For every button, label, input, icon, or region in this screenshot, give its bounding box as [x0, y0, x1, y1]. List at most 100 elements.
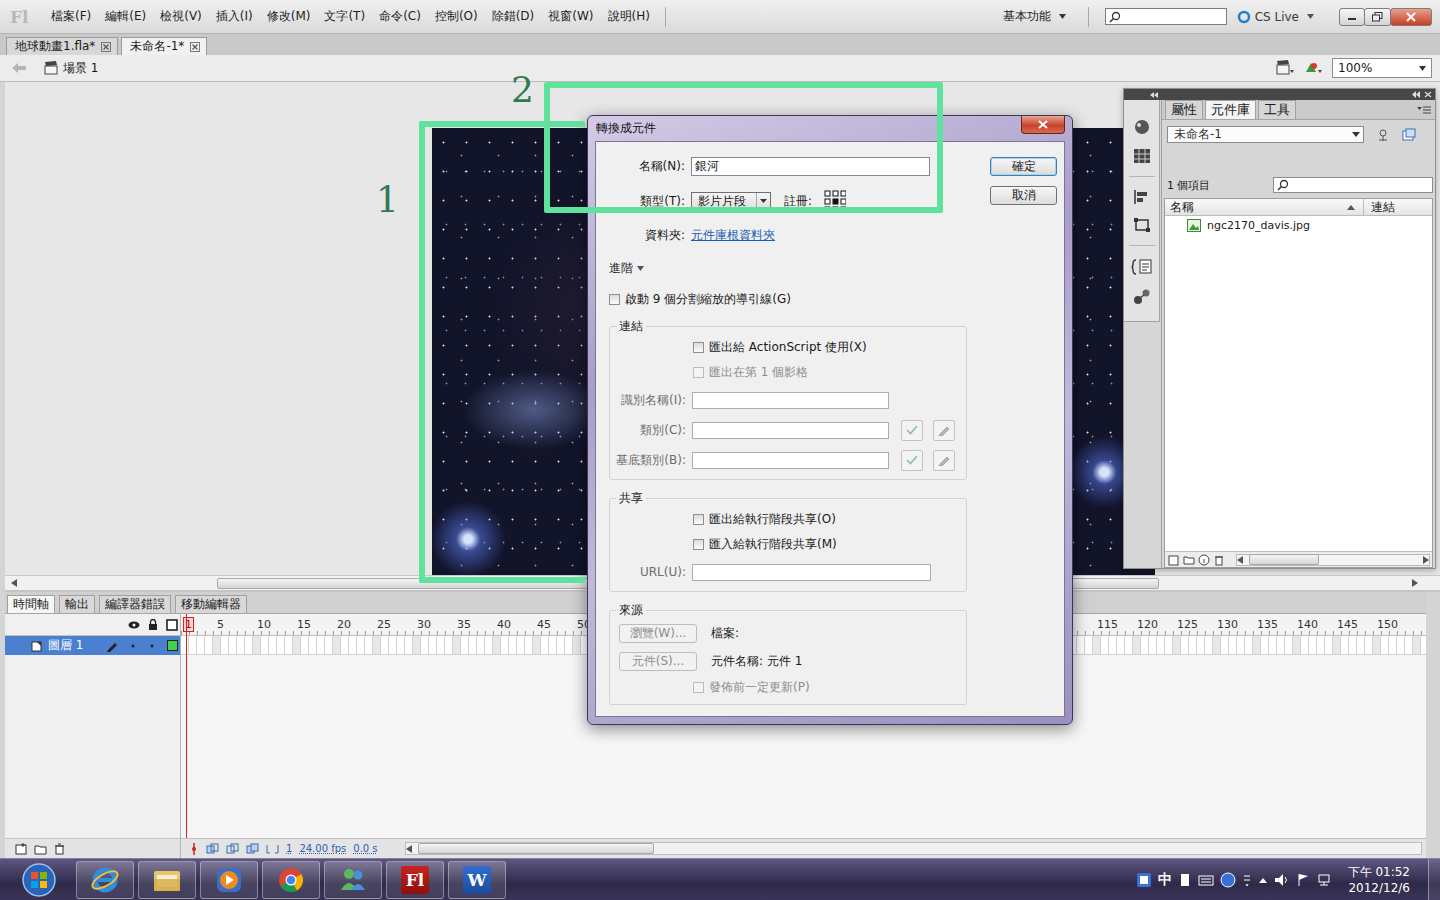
back-arrow-icon[interactable]: [12, 63, 26, 73]
taskbar-app[interactable]: [76, 861, 134, 899]
menu-item[interactable]: 說明(H): [601, 6, 657, 27]
taskbar-app[interactable]: [138, 861, 196, 899]
panel-collapse-icon[interactable]: [1412, 91, 1432, 98]
show-desktop[interactable]: [1428, 859, 1440, 900]
taskbar-app[interactable]: Fl: [386, 861, 444, 899]
properties-icon[interactable]: [1198, 554, 1210, 566]
menu-item[interactable]: 除錯(D): [485, 6, 542, 27]
panel-header[interactable]: [1124, 89, 1435, 100]
code-snippets-icon[interactable]: [1131, 258, 1153, 276]
pin-icon[interactable]: [1376, 128, 1390, 142]
new-library-icon[interactable]: [1402, 128, 1416, 142]
current-frame[interactable]: 1: [286, 843, 292, 854]
collapse-strip-icon[interactable]: [1150, 92, 1158, 98]
lock-dot-icon[interactable]: [148, 642, 156, 650]
new-folder-icon[interactable]: [34, 843, 47, 855]
zoom-select[interactable]: 100%: [1332, 58, 1432, 78]
half-width-icon[interactable]: [1178, 872, 1192, 888]
registration-grid-icon[interactable]: [824, 190, 846, 212]
dialog-button[interactable]: 確定: [990, 157, 1057, 176]
scene-label[interactable]: 場景 1: [44, 60, 98, 77]
clock[interactable]: 下午 01:522012/12/6: [1338, 864, 1422, 896]
new-symbol-icon[interactable]: [1168, 554, 1180, 566]
panel-tab[interactable]: 輸出: [59, 595, 95, 613]
edit-scene-icon[interactable]: [1276, 60, 1294, 76]
ime-mode[interactable]: 中: [1158, 871, 1172, 889]
volume-icon[interactable]: [1274, 873, 1290, 887]
minimize-button[interactable]: [1339, 8, 1365, 26]
taskbar-app[interactable]: W: [448, 861, 506, 899]
new-layer-icon[interactable]: [15, 843, 28, 855]
type-select[interactable]: 影片片段: [691, 192, 771, 211]
cs-live[interactable]: CS Live: [1237, 10, 1299, 24]
menu-item[interactable]: 修改(M): [260, 6, 318, 27]
scroll-thumb[interactable]: [418, 843, 654, 854]
timeline-scrollbar[interactable]: [405, 842, 1422, 855]
lock-icon[interactable]: [147, 619, 159, 631]
panel-tab[interactable]: 編譯器錯誤: [99, 595, 171, 613]
advanced-toggle[interactable]: 進階: [596, 260, 1064, 277]
scale9-checkbox[interactable]: 啟動 9 個分割縮放的導引線(G): [609, 291, 1064, 308]
panel-tab[interactable]: 時間軸: [7, 595, 55, 613]
linkage-checkbox[interactable]: 匯出給 ActionScript 使用(X): [693, 339, 867, 356]
delete-icon[interactable]: [1213, 554, 1225, 566]
eye-icon[interactable]: [128, 620, 140, 630]
taskbar-app[interactable]: [324, 861, 382, 899]
color-icon[interactable]: [1132, 118, 1152, 136]
close-button[interactable]: [1390, 8, 1432, 26]
workspace-switcher[interactable]: 基本功能: [997, 8, 1072, 25]
menu-item[interactable]: 視窗(W): [541, 6, 600, 27]
outline-icon[interactable]: [166, 619, 178, 631]
panel-tab[interactable]: 工具: [1258, 100, 1296, 119]
name-input[interactable]: 銀河: [691, 157, 930, 176]
visibility-dot-icon[interactable]: [129, 642, 137, 650]
onion-markers-icon[interactable]: [266, 843, 279, 855]
panel-tab[interactable]: 元件庫: [1205, 100, 1256, 119]
menu-item[interactable]: 編輯(E): [98, 6, 153, 27]
library-scrollbar[interactable]: [1236, 554, 1430, 566]
start-button[interactable]: [6, 860, 72, 900]
dialog-title-bar[interactable]: 轉換成元件: [595, 116, 1065, 141]
column-header[interactable]: 名稱: [1165, 199, 1364, 216]
sharing-checkbox[interactable]: 匯入給執行階段共享(M): [693, 536, 837, 553]
keyboard-icon[interactable]: [1198, 873, 1214, 887]
onion-outline-icon[interactable]: [226, 843, 239, 855]
checkbox[interactable]: [693, 539, 704, 550]
checkbox[interactable]: [609, 294, 620, 305]
menu-item[interactable]: 插入(I): [209, 6, 260, 27]
library-item[interactable]: ngc2170_davis.jpg: [1165, 216, 1432, 234]
checkbox[interactable]: [693, 342, 704, 353]
taskbar-app[interactable]: [200, 861, 258, 899]
onion-skin-icon[interactable]: [206, 843, 219, 855]
menu-item[interactable]: 命令(C): [372, 6, 428, 27]
close-tab-icon[interactable]: [190, 42, 200, 52]
folder-link[interactable]: 元件庫根資料夾: [691, 227, 775, 244]
library-search[interactable]: [1273, 177, 1433, 193]
ime-icon[interactable]: [1136, 872, 1152, 888]
close-tab-icon[interactable]: [101, 42, 111, 52]
delete-icon[interactable]: [53, 843, 65, 855]
menu-item[interactable]: 文字(T): [317, 6, 372, 27]
network-icon[interactable]: [1316, 873, 1332, 887]
new-folder-icon[interactable]: [1183, 554, 1195, 566]
panel-tab[interactable]: 移動編輯器: [175, 595, 247, 613]
column-header[interactable]: 連結: [1364, 199, 1432, 216]
taskbar-app[interactable]: [262, 861, 320, 899]
menu-item[interactable]: 檢視(V): [153, 6, 209, 27]
align-icon[interactable]: [1133, 189, 1151, 205]
restore-button[interactable]: [1364, 8, 1391, 26]
ime-menu-icon[interactable]: [1242, 872, 1252, 888]
checkbox[interactable]: [693, 514, 704, 525]
dialog-button[interactable]: 取消: [990, 186, 1057, 205]
layer-row[interactable]: 圖層 1: [5, 636, 180, 655]
action-center-icon[interactable]: [1296, 873, 1310, 887]
document-tab[interactable]: 未命名-1*: [121, 37, 207, 55]
menu-item[interactable]: 控制(O): [428, 6, 485, 27]
playhead[interactable]: [186, 614, 187, 838]
edit-symbol-icon[interactable]: [1304, 60, 1322, 76]
dialog-close-button[interactable]: [1021, 116, 1065, 134]
panel-tab[interactable]: 屬性: [1165, 100, 1203, 119]
swatches-icon[interactable]: [1133, 148, 1151, 164]
library-document-select[interactable]: 未命名-1: [1167, 126, 1364, 143]
layer-color-icon[interactable]: [167, 640, 178, 651]
